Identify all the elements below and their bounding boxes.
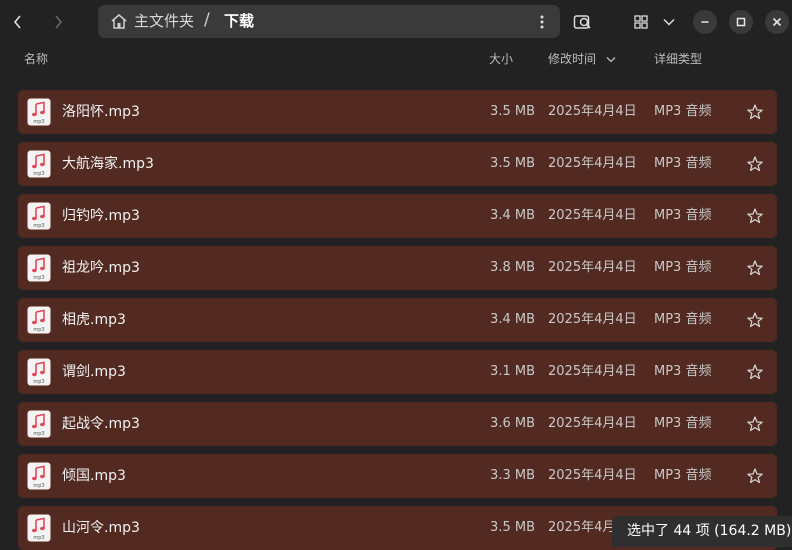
audio-file-icon: mp3 <box>27 150 51 178</box>
sort-chevron-down-icon <box>606 57 616 63</box>
column-header-name[interactable]: 名称 <box>24 51 48 67</box>
file-icon-label: mp3 <box>33 223 44 229</box>
file-type: MP3 音频 <box>654 104 712 119</box>
list-item[interactable]: mp3 归钓吟.mp3 3.4 MB 2025年4月4日 MP3 音频 <box>18 194 777 238</box>
file-type: MP3 音频 <box>654 208 712 223</box>
back-button[interactable] <box>4 8 32 36</box>
file-type: MP3 音频 <box>654 468 712 483</box>
star-icon[interactable] <box>746 467 764 485</box>
list-item[interactable]: mp3 倾国.mp3 3.3 MB 2025年4月4日 MP3 音频 <box>18 454 777 498</box>
file-icon-label: mp3 <box>33 483 44 489</box>
list-item[interactable]: mp3 祖龙吟.mp3 3.8 MB 2025年4月4日 MP3 音频 <box>18 246 777 290</box>
list-item[interactable]: mp3 相虎.mp3 3.4 MB 2025年4月4日 MP3 音频 <box>18 298 777 342</box>
selection-status: 选中了 44 项 (164.2 MB) <box>612 516 792 547</box>
path-home-label[interactable]: 主文件夹 <box>134 11 194 31</box>
header-bar: 主文件夹 / 下载 <box>0 0 792 44</box>
file-type: MP3 音频 <box>654 260 712 275</box>
file-modified: 2025年4月4日 <box>548 104 637 119</box>
file-icon-label: mp3 <box>33 275 44 281</box>
file-size: 3.3 MB <box>490 468 535 483</box>
file-icon-label: mp3 <box>33 535 44 541</box>
home-icon <box>111 14 127 29</box>
file-modified: 2025年4月4日 <box>548 364 637 379</box>
star-icon[interactable] <box>746 311 764 329</box>
audio-file-icon: mp3 <box>27 410 51 438</box>
star-icon[interactable] <box>746 363 764 381</box>
file-size: 3.1 MB <box>490 364 535 379</box>
file-icon-label: mp3 <box>33 327 44 333</box>
column-header-size[interactable]: 大小 <box>489 51 513 67</box>
file-type: MP3 音频 <box>654 364 712 379</box>
audio-file-icon: mp3 <box>27 254 51 282</box>
file-name: 谓剑.mp3 <box>62 364 126 380</box>
file-modified: 2025年4月4日 <box>548 208 637 223</box>
file-name: 洛阳怀.mp3 <box>62 104 140 120</box>
star-icon[interactable] <box>746 259 764 277</box>
audio-file-icon: mp3 <box>27 514 51 542</box>
file-size: 3.5 MB <box>490 520 535 535</box>
file-modified: 2025年4月4日 <box>548 468 637 483</box>
file-icon-label: mp3 <box>33 431 44 437</box>
file-size: 3.5 MB <box>490 104 535 119</box>
file-size: 3.8 MB <box>490 260 535 275</box>
file-modified: 2025年4月4日 <box>548 156 637 171</box>
chevron-down-icon <box>663 18 675 26</box>
file-size: 3.4 MB <box>490 208 535 223</box>
file-name: 起战令.mp3 <box>62 416 140 432</box>
file-modified: 2025年4月4日 <box>548 416 637 431</box>
file-modified: 2025年4月4日 <box>548 312 637 327</box>
file-name: 倾国.mp3 <box>62 468 126 484</box>
path-menu-button[interactable] <box>532 12 552 32</box>
forward-button[interactable] <box>44 8 72 36</box>
file-size: 3.5 MB <box>490 156 535 171</box>
path-bar[interactable]: 主文件夹 / 下载 <box>98 5 560 38</box>
maximize-icon <box>736 17 746 27</box>
file-name: 大航海家.mp3 <box>62 156 154 172</box>
file-name: 归钓吟.mp3 <box>62 208 140 224</box>
file-icon-label: mp3 <box>33 171 44 177</box>
audio-file-icon: mp3 <box>27 462 51 490</box>
file-size: 3.6 MB <box>490 416 535 431</box>
kebab-menu-icon <box>540 15 544 29</box>
search-icon <box>573 15 591 29</box>
file-name: 相虎.mp3 <box>62 312 126 328</box>
view-options-button[interactable] <box>657 10 681 34</box>
list-item[interactable]: mp3 谓剑.mp3 3.1 MB 2025年4月4日 MP3 音频 <box>18 350 777 394</box>
audio-file-icon: mp3 <box>27 306 51 334</box>
star-icon[interactable] <box>746 155 764 173</box>
grid-view-icon <box>634 15 648 29</box>
minimize-icon <box>701 21 709 23</box>
list-item[interactable]: mp3 洛阳怀.mp3 3.5 MB 2025年4月4日 MP3 音频 <box>18 90 777 134</box>
file-modified: 2025年4月4日 <box>548 260 637 275</box>
path-separator: / <box>204 10 210 30</box>
audio-file-icon: mp3 <box>27 98 51 126</box>
list-item[interactable]: mp3 起战令.mp3 3.6 MB 2025年4月4日 MP3 音频 <box>18 402 777 446</box>
file-size: 3.4 MB <box>490 312 535 327</box>
file-type: MP3 音频 <box>654 416 712 431</box>
star-icon[interactable] <box>746 207 764 225</box>
close-icon <box>772 17 782 27</box>
star-icon[interactable] <box>746 415 764 433</box>
audio-file-icon: mp3 <box>27 202 51 230</box>
back-chevron-icon <box>13 15 21 29</box>
path-current-label[interactable]: 下载 <box>224 11 254 31</box>
minimize-button[interactable] <box>693 10 717 34</box>
close-button[interactable] <box>765 10 789 34</box>
file-type: MP3 音频 <box>654 156 712 171</box>
file-name: 祖龙吟.mp3 <box>62 260 140 276</box>
column-header-modified[interactable]: 修改时间 <box>548 51 596 67</box>
file-icon-label: mp3 <box>33 119 44 125</box>
maximize-button[interactable] <box>729 10 753 34</box>
star-icon[interactable] <box>746 103 764 121</box>
search-button[interactable] <box>571 10 595 34</box>
file-type: MP3 音频 <box>654 312 712 327</box>
view-toggle-button[interactable] <box>629 10 653 34</box>
audio-file-icon: mp3 <box>27 358 51 386</box>
column-header-type[interactable]: 详细类型 <box>654 51 702 67</box>
file-name: 山河令.mp3 <box>62 520 140 536</box>
file-icon-label: mp3 <box>33 379 44 385</box>
forward-chevron-icon <box>55 15 63 29</box>
list-item[interactable]: mp3 大航海家.mp3 3.5 MB 2025年4月4日 MP3 音频 <box>18 142 777 186</box>
